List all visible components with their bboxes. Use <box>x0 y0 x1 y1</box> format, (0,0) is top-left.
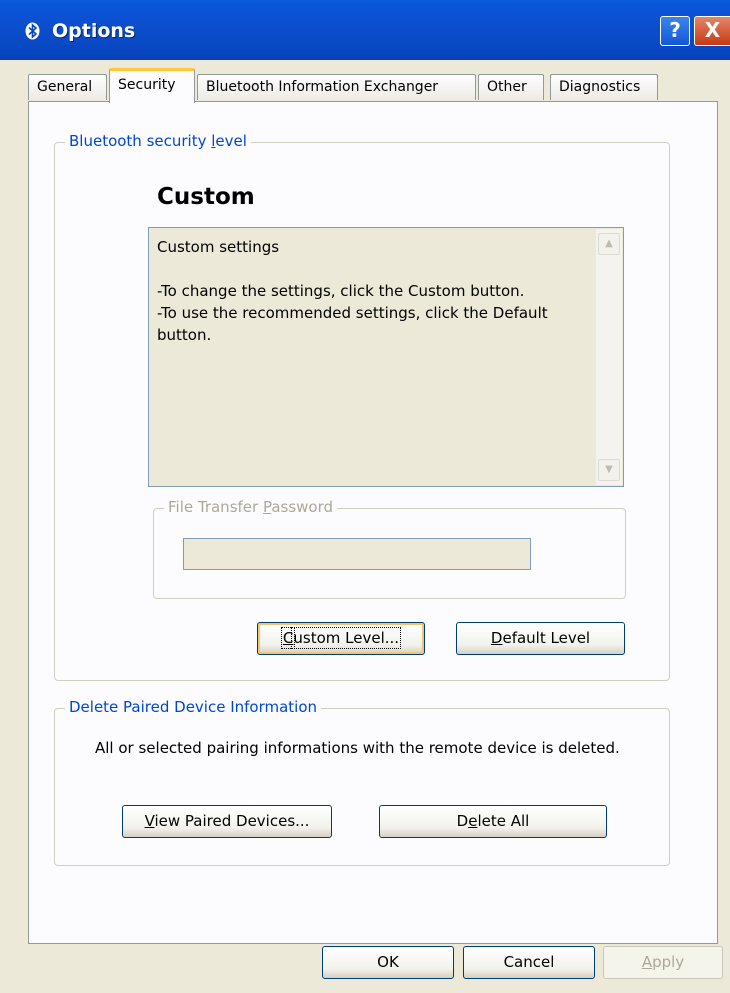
window-title: Options <box>52 20 136 42</box>
ok-button[interactable]: OK <box>322 946 454 979</box>
tab-bluetooth-information-exchanger[interactable]: Bluetooth Information Exchanger <box>197 74 476 100</box>
close-button[interactable]: X <box>694 16 730 46</box>
scroll-down-icon[interactable]: ▼ <box>598 459 620 481</box>
delete-all-button[interactable]: Delete All <box>379 805 607 838</box>
cancel-button[interactable]: Cancel <box>463 946 595 979</box>
default-level-button[interactable]: Default Level <box>456 622 625 655</box>
tab-other[interactable]: Other <box>478 74 544 100</box>
file-transfer-password-legend: File Transfer Password <box>164 498 338 516</box>
bluetooth-icon <box>25 22 40 40</box>
delete-paired-group: Delete Paired Device Information <box>54 698 670 866</box>
tab-security[interactable]: Security <box>109 68 195 103</box>
scroll-up-icon[interactable]: ▲ <box>598 233 620 255</box>
vertical-scrollbar[interactable]: ▲ ▼ <box>596 229 622 485</box>
apply-button[interactable]: Apply <box>603 946 723 979</box>
security-description-box[interactable]: Custom settings -To change the settings,… <box>148 227 624 487</box>
file-transfer-password-input[interactable] <box>183 538 531 570</box>
delete-paired-description: All or selected pairing informations wit… <box>95 739 620 757</box>
help-button[interactable]: ? <box>660 16 690 46</box>
tab-general[interactable]: General <box>28 74 107 100</box>
view-paired-devices-button[interactable]: View Paired Devices... <box>122 805 332 838</box>
custom-level-button[interactable]: Custom Level... <box>257 622 425 655</box>
security-level-heading: Custom <box>157 184 255 210</box>
title-bar[interactable]: Options ? X <box>0 0 730 60</box>
security-level-legend: Bluetooth security level <box>65 132 251 150</box>
tab-diagnostics[interactable]: Diagnostics <box>550 74 658 100</box>
options-dialog: Options ? X General Security Bluetooth I… <box>0 0 730 993</box>
security-description-text: Custom settings -To change the settings,… <box>157 238 548 344</box>
delete-paired-legend: Delete Paired Device Information <box>65 698 322 716</box>
